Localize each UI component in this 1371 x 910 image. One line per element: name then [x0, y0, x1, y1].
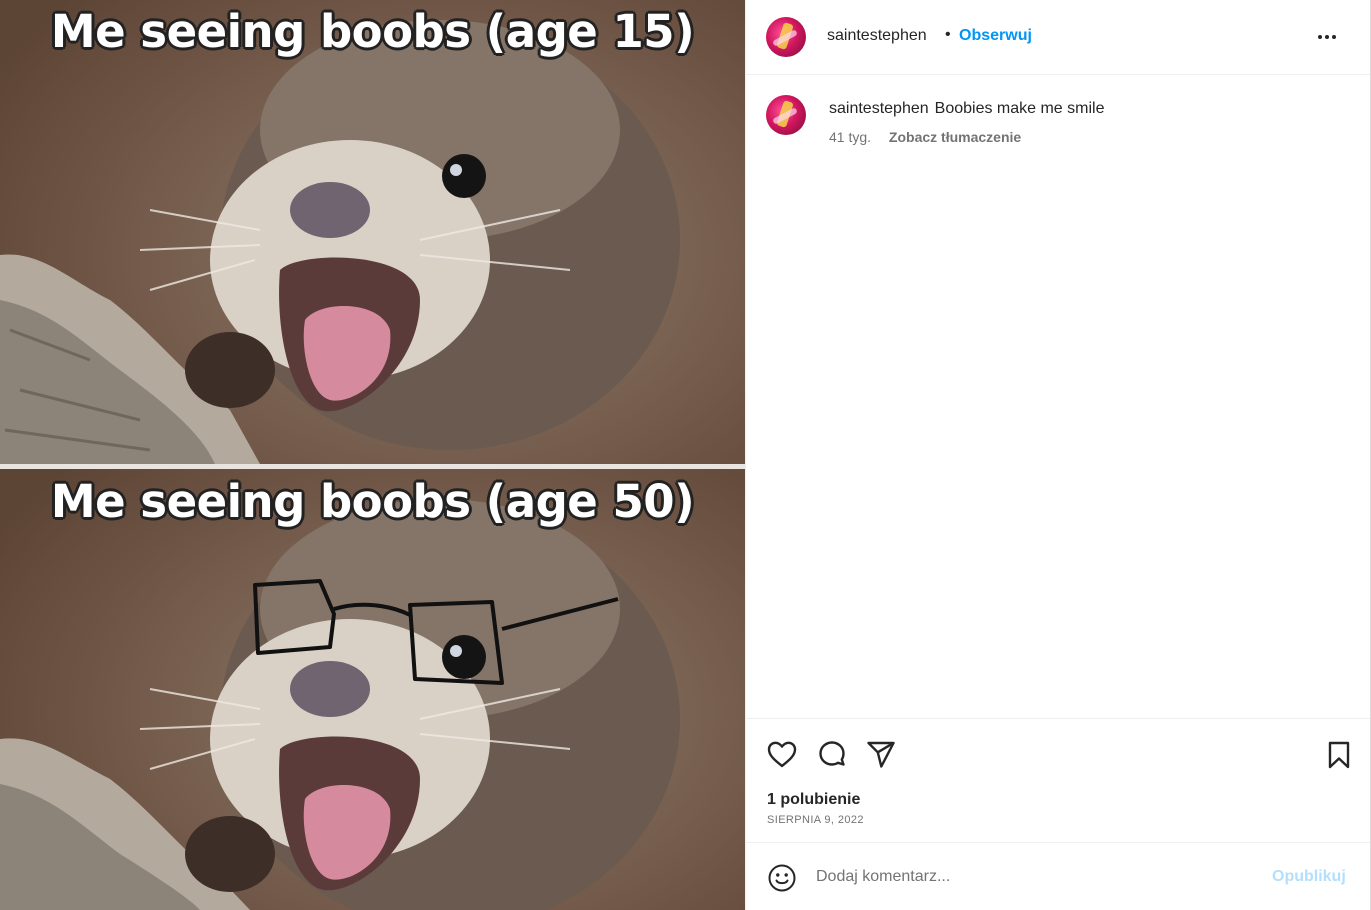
- post-date[interactable]: SIERPNIA 9, 2022: [767, 814, 864, 826]
- bookmark-icon: [1328, 741, 1350, 769]
- paper-plane-icon: [867, 741, 895, 768]
- post-caption: saintestephen Boobies make me smile 41 ty…: [746, 76, 1371, 156]
- emoji-button[interactable]: [767, 863, 797, 893]
- otter-illustration: [0, 20, 680, 464]
- likes-count[interactable]: 1 polubienie: [767, 791, 860, 809]
- more-options-button[interactable]: [1312, 24, 1342, 50]
- smiley-icon: [768, 864, 796, 892]
- meme-top-caption: Me seeing boobs (age 15): [50, 5, 695, 58]
- see-translation-button[interactable]: Zobacz tłumaczenie: [889, 129, 1021, 145]
- share-button[interactable]: [865, 739, 897, 771]
- caption-author-avatar[interactable]: [766, 95, 806, 135]
- otter-with-glasses-illustration: [0, 499, 680, 910]
- comment-button[interactable]: [816, 739, 848, 771]
- meme-panel-bottom: Me seeing boobs (age 50): [0, 469, 745, 910]
- author-avatar[interactable]: [766, 17, 806, 57]
- post-header: saintestephen • Obserwuj: [746, 0, 1371, 75]
- follow-button[interactable]: Obserwuj: [959, 27, 1032, 45]
- caption-meta: 41 tyg. Zobacz tłumaczenie: [829, 129, 1021, 145]
- like-button[interactable]: [766, 739, 798, 771]
- meme-panel-top: Me seeing boobs (age 15): [0, 0, 745, 464]
- add-comment-bar: Opublikuj: [746, 842, 1371, 910]
- post-side-panel: saintestephen • Obserwuj saintestephen Bo…: [745, 0, 1371, 910]
- caption-username[interactable]: saintestephen: [829, 100, 929, 117]
- comment-bubble-icon: [819, 741, 845, 766]
- meme-bottom-caption: Me seeing boobs (age 50): [50, 475, 695, 528]
- post-actions: 1 polubienie SIERPNIA 9, 2022: [746, 718, 1371, 842]
- caption-text: Boobies make me smile: [934, 100, 1105, 117]
- separator-dot: •: [945, 26, 951, 43]
- comment-input[interactable]: [816, 865, 1246, 889]
- heart-icon: [767, 741, 797, 768]
- save-button[interactable]: [1323, 739, 1355, 771]
- author-username[interactable]: saintestephen: [827, 27, 927, 45]
- caption-timestamp[interactable]: 41 tyg.: [829, 129, 871, 145]
- more-horizontal-icon: [1318, 35, 1336, 39]
- publish-button[interactable]: Opublikuj: [1272, 868, 1346, 886]
- post-media[interactable]: Me seeing boobs (age 15) Me seeing boobs…: [0, 0, 745, 910]
- caption-line: saintestephen Boobies make me smile: [829, 100, 1104, 118]
